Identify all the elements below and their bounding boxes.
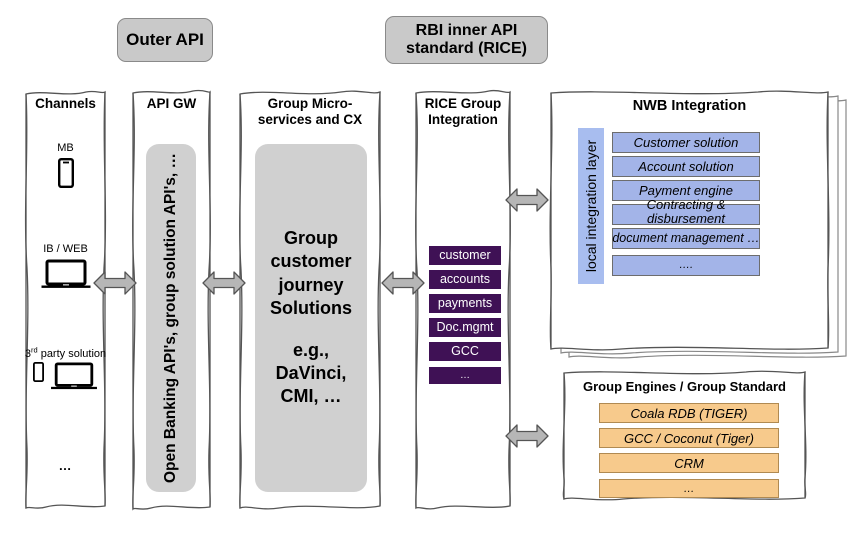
column-rice-title-text: RICE Group Integration bbox=[424, 96, 502, 127]
rice-service-label: customer bbox=[439, 248, 491, 263]
column-channels-title-text: Channels bbox=[35, 96, 96, 111]
card-group-engines: Group Engines / Group Standard Coala RDB… bbox=[561, 368, 808, 503]
third-party-label-text: 3rd party solution bbox=[24, 345, 107, 360]
channel-item-third-party-label: 3rd party solution bbox=[24, 345, 107, 360]
phone-icon bbox=[57, 157, 74, 188]
connector-apigw-to-microservices bbox=[202, 271, 246, 295]
channel-item-ibweb-label: IB / WEB bbox=[43, 243, 88, 255]
label-outer-api: Outer API bbox=[117, 18, 213, 62]
connector-channels-to-apigw bbox=[93, 271, 137, 295]
group-micro-examples-text: e.g., DaVinci, CMI, … bbox=[275, 339, 347, 407]
nwb-solution-bar[interactable]: Customer solution bbox=[612, 132, 760, 153]
group-micro-panel-content: Group customer journey Solutions e.g., D… bbox=[259, 227, 363, 409]
card-nwb-integration: NWB Integration local integration layer … bbox=[548, 88, 831, 354]
local-integration-layer: local integration layer bbox=[578, 128, 604, 284]
channel-item-mb-label: MB bbox=[57, 142, 74, 154]
group-engines-list: Coala RDB (TIGER) GCC / Coconut (Tiger) … bbox=[599, 403, 779, 498]
rice-service-bar[interactable]: GCC bbox=[429, 342, 501, 361]
connector-microservices-to-rice bbox=[381, 271, 425, 295]
column-group-micro-title: Group Micro-services and CX bbox=[243, 96, 377, 127]
rice-service-bar[interactable]: payments bbox=[429, 294, 501, 313]
rice-service-label: … bbox=[460, 369, 470, 381]
channel-item-third-party-icons bbox=[24, 362, 107, 392]
channels-more-dots: … bbox=[58, 458, 73, 473]
laptop-icon bbox=[51, 362, 97, 390]
nwb-solution-label: …. bbox=[678, 258, 694, 271]
rice-service-label: payments bbox=[437, 296, 493, 311]
group-engine-bar[interactable]: GCC / Coconut (Tiger) bbox=[599, 428, 779, 448]
nwb-solution-list: Customer solution Account solution Payme… bbox=[612, 132, 760, 276]
nwb-solution-label: Contracting & disbursement bbox=[646, 197, 726, 226]
label-outer-api-text: Outer API bbox=[126, 30, 204, 50]
column-rice-title: RICE Group Integration bbox=[419, 96, 507, 127]
nwb-solution-label: Customer solution bbox=[633, 134, 739, 150]
card-group-engines-title-text: Group Engines / Group Standard bbox=[583, 379, 786, 394]
api-gw-panel-text-value: Open Banking API's, group solution API's… bbox=[162, 152, 180, 484]
group-micro-main-text: Group customer journey Solutions bbox=[270, 228, 352, 319]
group-engine-label: Coala RDB (TIGER) bbox=[630, 405, 748, 421]
rice-service-label: GCC bbox=[451, 344, 479, 359]
phone-small-icon bbox=[33, 362, 44, 383]
nwb-solution-bar[interactable]: Contracting & disbursement bbox=[612, 198, 760, 225]
nwb-solution-label: Account solution bbox=[638, 158, 734, 174]
rice-service-label: accounts bbox=[439, 272, 491, 287]
nwb-solution-label: Payment engine bbox=[639, 182, 733, 198]
rice-service-bar[interactable]: accounts bbox=[429, 270, 501, 289]
nwb-solution-bar[interactable]: Account solution bbox=[612, 156, 760, 177]
column-channels: Channels MB IB / WEB 3rd party solution … bbox=[24, 88, 107, 512]
label-rbi-inner-api-text: RBI inner API standard (RICE) bbox=[406, 22, 527, 57]
column-api-gw: API GW Open Banking API's, group solutio… bbox=[130, 88, 213, 512]
column-group-microservices: Group Micro-services and CX Group custom… bbox=[237, 88, 383, 512]
rice-service-bar[interactable]: customer bbox=[429, 246, 501, 265]
column-api-gw-title-text: API GW bbox=[146, 96, 197, 111]
nwb-solution-bar[interactable]: …. bbox=[612, 255, 760, 276]
channel-item-mb-icons bbox=[24, 157, 107, 188]
nwb-solution-bar[interactable]: document management … bbox=[612, 228, 760, 249]
card-nwb-title: NWB Integration bbox=[548, 98, 831, 114]
group-engine-bar[interactable]: CRM bbox=[599, 453, 779, 473]
channel-item-third-party: 3rd party solution bbox=[24, 345, 107, 392]
group-engine-label: … bbox=[683, 482, 695, 495]
card-group-engines-title: Group Engines / Group Standard bbox=[561, 379, 808, 394]
group-engine-bar[interactable]: … bbox=[599, 479, 779, 498]
column-api-gw-title: API GW bbox=[136, 96, 207, 112]
column-channels-title: Channels bbox=[30, 96, 101, 112]
rice-service-list: customer accounts payments Doc.mgmt GCC … bbox=[429, 246, 501, 384]
architecture-diagram: Outer API RBI inner API standard (RICE) … bbox=[0, 0, 864, 534]
group-engine-label: CRM bbox=[674, 455, 704, 471]
connector-rice-to-nwb bbox=[505, 188, 549, 212]
laptop-icon bbox=[41, 259, 90, 288]
api-gw-panel: Open Banking API's, group solution API's… bbox=[146, 144, 196, 492]
rice-service-bar[interactable]: Doc.mgmt bbox=[429, 318, 501, 337]
api-gw-panel-text: Open Banking API's, group solution API's… bbox=[160, 153, 182, 483]
rice-service-label: Doc.mgmt bbox=[436, 320, 494, 335]
rice-service-bar[interactable]: … bbox=[429, 367, 501, 384]
connector-rice-to-group-engines bbox=[505, 424, 549, 448]
nwb-solution-label: document management … bbox=[612, 230, 760, 245]
column-rice-group-integration: RICE Group Integration customer accounts… bbox=[413, 88, 513, 512]
column-group-micro-title-text: Group Micro-services and CX bbox=[257, 96, 363, 127]
local-integration-layer-label: local integration layer bbox=[583, 139, 599, 273]
group-micro-panel: Group customer journey Solutions e.g., D… bbox=[255, 144, 367, 492]
group-engine-bar[interactable]: Coala RDB (TIGER) bbox=[599, 403, 779, 423]
channel-item-mb: MB bbox=[24, 142, 107, 188]
card-nwb-title-text: NWB Integration bbox=[632, 98, 747, 114]
group-engine-label: GCC / Coconut (Tiger) bbox=[624, 430, 754, 446]
label-rbi-inner-api: RBI inner API standard (RICE) bbox=[385, 16, 548, 64]
